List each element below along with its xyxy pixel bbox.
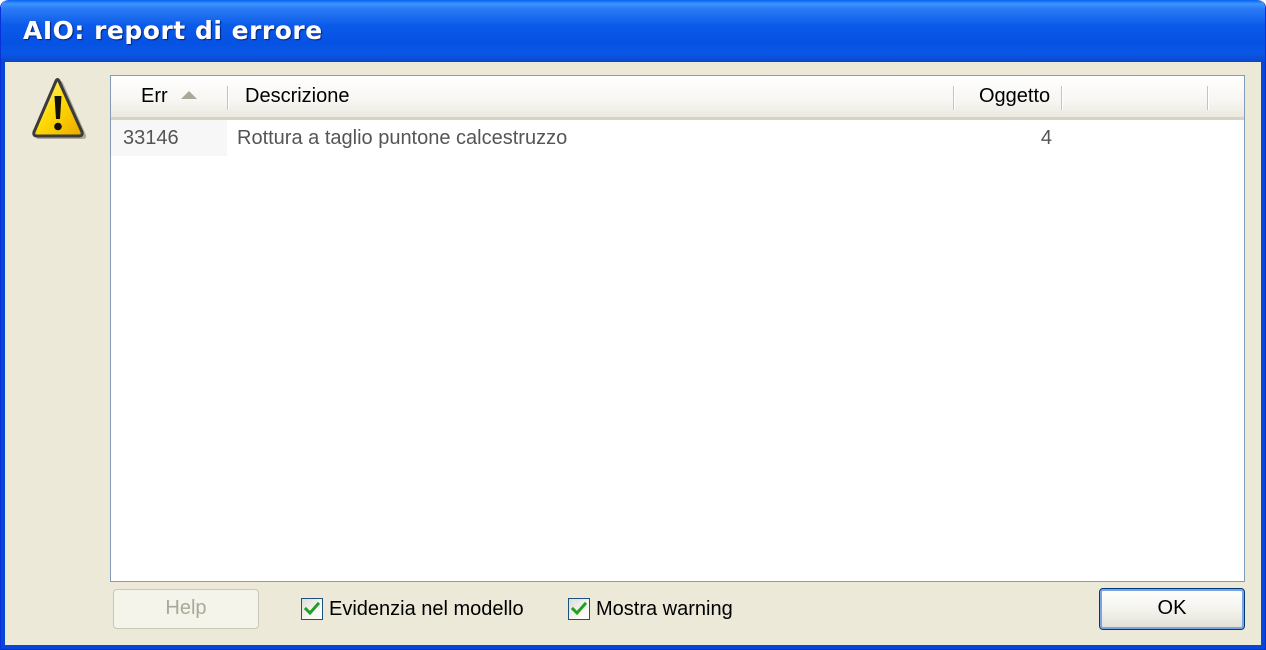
evidenzia-nel-modello-checkbox[interactable]: Evidenzia nel modello [301,596,524,622]
cell-oggetto: 4 [1040,127,1052,149]
cell-descrizione: Rottura a taglio puntone calcestruzzo [237,127,568,149]
checkbox-box[interactable] [568,598,590,620]
column-header-oggetto[interactable]: Oggetto [979,76,1050,117]
column-header-err[interactable]: Err [141,76,198,117]
mostra-warning-checkbox[interactable]: Mostra warning [568,596,733,622]
window-border-left [1,62,5,649]
column-separator[interactable] [227,86,229,110]
column-header-descrizione[interactable]: Descrizione [245,76,349,117]
window-border-right [1261,62,1265,649]
help-button[interactable]: Help [113,589,259,629]
column-header-oggetto-label: Oggetto [979,85,1051,107]
column-separator[interactable] [1207,86,1209,110]
column-header-descrizione-label: Descrizione [245,85,350,107]
checkbox-label: Evidenzia nel modello [329,597,524,620]
title-bar[interactable]: AIO: report di errore [1,0,1265,62]
checkbox-box[interactable] [301,598,323,620]
list-item[interactable]: 33146 Rottura a taglio puntone calcestru… [111,120,1244,156]
warning-icon [32,78,87,139]
column-separator[interactable] [953,86,955,110]
sort-ascending-icon [181,90,198,99]
error-report-dialog: AIO: report di errore Err Descrizione Og… [0,0,1266,650]
window-border-bottom [1,645,1265,649]
cell-err: 33146 [111,120,227,156]
window-title: AIO: report di errore [23,16,323,45]
column-separator[interactable] [1061,86,1063,110]
checkmark-icon [304,601,320,616]
column-header-err-label: Err [141,85,168,107]
checkbox-label: Mostra warning [596,597,733,620]
list-header: Err Descrizione Oggetto [111,76,1244,120]
ok-button[interactable]: OK [1099,588,1245,630]
error-list[interactable]: Err Descrizione Oggetto 33146 Rottura a … [110,75,1245,582]
checkmark-icon [571,601,587,616]
